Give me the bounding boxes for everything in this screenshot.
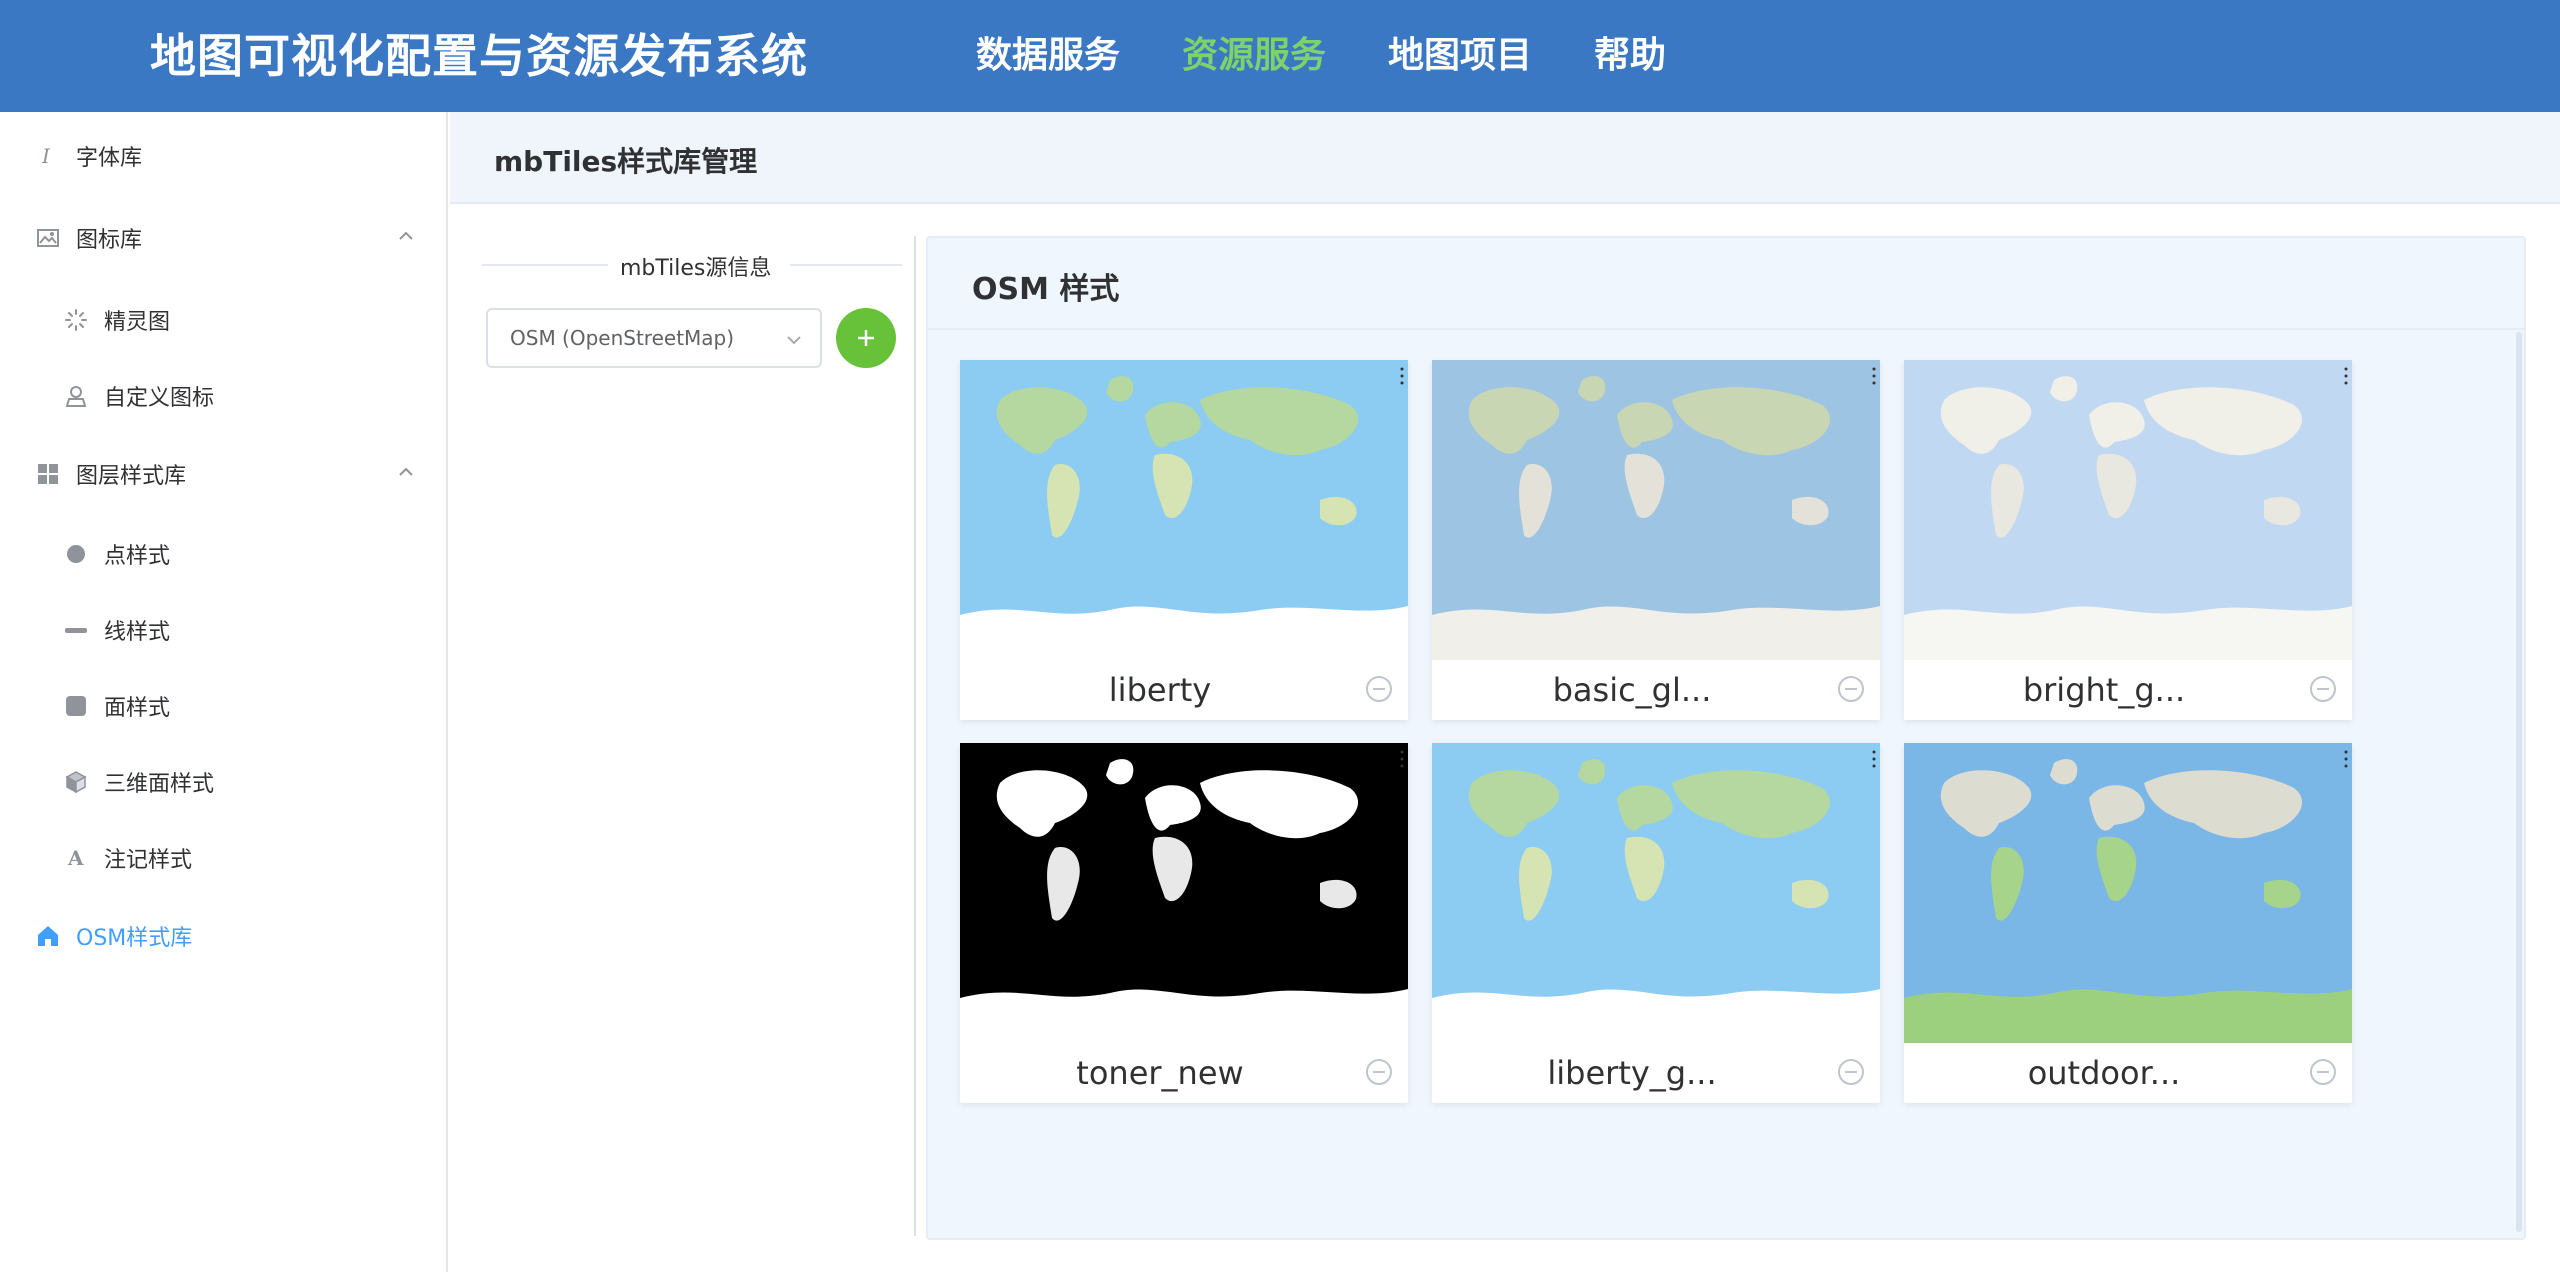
home-icon (34, 922, 62, 950)
remove-style-icon[interactable] (2310, 676, 2336, 702)
font-icon: I (34, 142, 62, 170)
divider-left (482, 264, 608, 266)
map-thumbnail (960, 743, 1408, 1043)
source-info-divider: mbTiles源信息 (620, 256, 772, 281)
style-card[interactable]: toner_new (960, 743, 1408, 1103)
sidebar-item-label-style[interactable]: A 注记样式 (0, 828, 446, 888)
more-icon[interactable] (1400, 366, 1404, 386)
style-card-name: basic_gl... (1552, 671, 1712, 709)
plus-icon (858, 330, 874, 346)
chevron-up-icon (399, 467, 413, 476)
sidebar-item-layer-styles[interactable]: 图层样式库 (0, 444, 446, 504)
sidebar-item-custom-icons[interactable]: 自定义图标 (0, 366, 446, 426)
more-icon[interactable] (1400, 749, 1404, 769)
style-card-name: liberty_g... (1547, 1054, 1717, 1092)
sidebar-item-label: 图标库 (76, 228, 143, 253)
osm-styles-panel: OSM 样式 liberty basic_gl... bright_g...tone… (926, 236, 2526, 1240)
sidebar-item-line-style[interactable]: 线样式 (0, 600, 446, 660)
sidebar-item-label: 注记样式 (104, 848, 193, 873)
sidebar-item-label: 自定义图标 (104, 386, 215, 411)
top-nav: 数据服务 资源服务 地图项目 帮助 (976, 30, 1666, 82)
mbtiles-source-select[interactable]: OSM (OpenStreetMap) (486, 308, 822, 368)
sidebar-item-label: 精灵图 (104, 310, 171, 335)
sidebar-item-icon-library[interactable]: 图标库 (0, 208, 446, 268)
sidebar-item-label: 字体库 (76, 146, 143, 171)
sidebar-item-label: 点样式 (104, 544, 171, 569)
line-icon (62, 616, 90, 644)
page-header: mbTiles样式库管理 (450, 112, 2560, 204)
remove-style-icon[interactable] (1838, 676, 1864, 702)
style-card-name: bright_g... (2022, 671, 2186, 709)
nav-data-services[interactable]: 数据服务 (976, 30, 1120, 82)
style-card-name: outdoor... (2027, 1054, 2181, 1092)
sidebar-item-label: 线样式 (104, 620, 171, 645)
style-card[interactable]: bright_g... (1904, 360, 2352, 720)
chevron-up-icon (399, 231, 413, 240)
sidebar-item-point-style[interactable]: 点样式 (0, 524, 446, 584)
cube-icon (62, 768, 90, 796)
polygon-icon (62, 692, 90, 720)
main-content: mbTiles样式库管理 mbTiles源信息 OSM (OpenStreetM… (450, 112, 2560, 1272)
add-source-button[interactable] (836, 308, 896, 368)
remove-style-icon[interactable] (1838, 1059, 1864, 1085)
chevron-down-icon (787, 336, 801, 345)
style-card-name: toner_new (1076, 1054, 1244, 1092)
map-thumbnail (1432, 360, 1880, 660)
more-icon[interactable] (2344, 366, 2348, 386)
grid-icon (34, 460, 62, 488)
point-icon (62, 540, 90, 568)
more-icon[interactable] (1872, 366, 1876, 386)
remove-style-icon[interactable] (2310, 1059, 2336, 1085)
nav-resource-services[interactable]: 资源服务 (1182, 30, 1326, 82)
sidebar-item-label: OSM样式库 (76, 926, 193, 951)
svg-text:A: A (67, 846, 84, 870)
style-card[interactable]: outdoor... (1904, 743, 2352, 1103)
svg-text:I: I (41, 145, 51, 167)
style-card[interactable]: basic_gl... (1432, 360, 1880, 720)
spinner-icon (62, 306, 90, 334)
divider-right (790, 264, 902, 266)
user-icon (62, 382, 90, 410)
map-thumbnail (1904, 360, 2352, 660)
more-icon[interactable] (2344, 749, 2348, 769)
image-icon (34, 224, 62, 252)
remove-style-icon[interactable] (1366, 676, 1392, 702)
style-card[interactable]: liberty_g... (1432, 743, 1880, 1103)
select-value: OSM (OpenStreetMap) (510, 326, 735, 350)
map-thumbnail (1432, 743, 1880, 1043)
sidebar-item-3d-style[interactable]: 三维面样式 (0, 752, 446, 812)
style-card-name: liberty (1108, 671, 1212, 709)
styles-panel-header: OSM 样式 (928, 238, 2524, 330)
nav-help[interactable]: 帮助 (1594, 30, 1666, 82)
panel-splitter[interactable] (914, 236, 916, 1236)
top-header: 地图可视化配置与资源发布系统 数据服务 资源服务 地图项目 帮助 (0, 0, 2560, 112)
app-title: 地图可视化配置与资源发布系统 (150, 29, 808, 83)
sidebar-item-fonts[interactable]: I 字体库 (0, 126, 446, 186)
sidebar-item-label: 图层样式库 (76, 464, 187, 489)
panel-scrollbar[interactable] (2516, 332, 2522, 1232)
text-icon: A (62, 844, 90, 872)
sidebar-item-label: 面样式 (104, 696, 171, 721)
remove-style-icon[interactable] (1366, 1059, 1392, 1085)
sidebar-item-label: 三维面样式 (104, 772, 215, 797)
sidebar-item-osm-styles[interactable]: OSM样式库 (0, 906, 446, 966)
more-icon[interactable] (1872, 749, 1876, 769)
sidebar-item-polygon-style[interactable]: 面样式 (0, 676, 446, 736)
page-title: mbTiles样式库管理 (494, 145, 758, 178)
styles-panel-title: OSM 样式 (972, 272, 1120, 307)
map-thumbnail (1904, 743, 2352, 1043)
style-card[interactable]: liberty (960, 360, 1408, 720)
map-thumbnail (960, 360, 1408, 660)
sidebar-menu: I 字体库 图标库 精灵图 自定义图标 图层样式库 点样式 线样式 面样式 三维… (0, 112, 448, 1272)
nav-map-projects[interactable]: 地图项目 (1388, 30, 1532, 82)
sidebar-item-sprites[interactable]: 精灵图 (0, 290, 446, 350)
